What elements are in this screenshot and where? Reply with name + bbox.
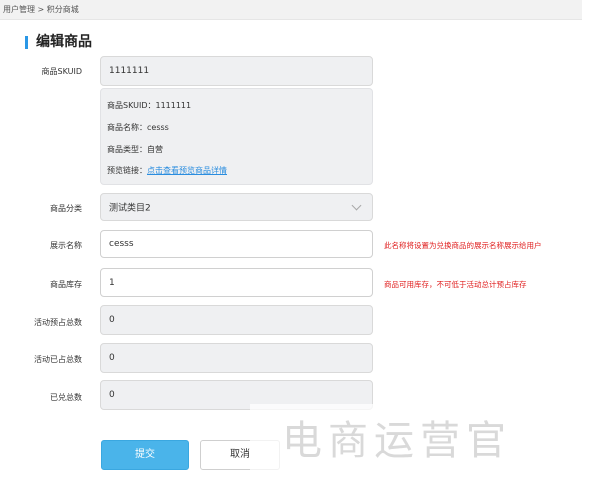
redeemed-total-value: 0 [109,390,115,400]
submit-button[interactable]: 提交 [101,440,189,470]
sku-field: 1111111 [100,56,373,86]
stock-label: 商品库存 [50,280,82,289]
reserved-total-value: 0 [109,315,115,325]
sku-label: 商品SKUID [41,67,82,76]
preview-link[interactable]: 点击查看预览商品详情 [147,166,227,175]
display-name-hint: 此名称将设置为兑换商品的展示名称展示给用户 [384,241,542,250]
breadcrumb-text[interactable]: 用户管理 > 积分商城 [3,0,79,20]
product-info-box: 商品SKUID：1111111 商品名称：cesss 商品类型：自营 预览链接：… [100,88,373,185]
category-value: 测试类目2 [109,203,151,214]
info-sku-line: 商品SKUID：1111111 [107,101,192,110]
display-name-input[interactable]: cesss [100,230,373,258]
info-type-line: 商品类型：自营 [107,145,163,154]
reserved-total-field: 0 [100,305,373,335]
sku-value: 1111111 [109,66,150,76]
occupied-total-label: 活动已占总数 [34,355,82,364]
display-name-label: 展示名称 [50,241,82,250]
stock-hint: 商品可用库存，不可低于活动总计预占库存 [384,280,527,289]
occupied-total-value: 0 [109,353,115,363]
category-select[interactable]: 测试类目2 [100,193,373,221]
reserved-total-label: 活动预占总数 [34,318,82,327]
display-name-value: cesss [109,239,134,249]
breadcrumb: 用户管理 > 积分商城 [0,0,582,20]
page-title: 编辑商品 [36,34,92,50]
preview-label: 预览链接： [107,166,147,175]
chevron-down-icon [351,200,362,211]
info-name-line: 商品名称：cesss [107,123,169,132]
stock-input[interactable]: 1 [100,268,373,297]
info-preview-line: 预览链接：点击查看预览商品详情 [107,165,227,176]
title-accent-bar [25,36,28,49]
watermark-text: 电商运营官 [282,418,512,464]
stock-value: 1 [109,277,115,288]
category-label: 商品分类 [50,204,82,213]
occupied-total-field: 0 [100,343,373,373]
redeemed-total-label: 已兑总数 [50,393,82,402]
